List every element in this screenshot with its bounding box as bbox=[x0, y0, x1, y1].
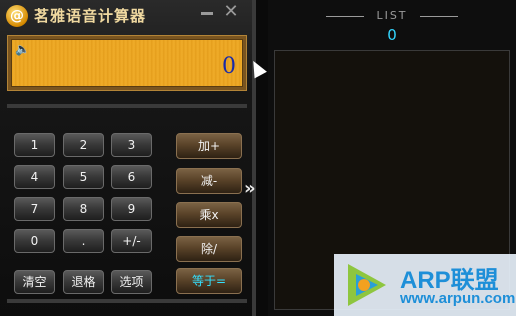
key-7[interactable]: 7 bbox=[14, 197, 55, 221]
key-3[interactable]: 3 bbox=[111, 133, 152, 157]
panel-gap bbox=[256, 0, 268, 316]
list-title: LIST bbox=[376, 9, 408, 22]
watermark: ARP联盟 www.arpun.com bbox=[334, 254, 516, 316]
watermark-url: www.arpun.com bbox=[400, 290, 516, 307]
key-sign[interactable]: +/- bbox=[111, 229, 152, 253]
title-bar[interactable]: @ 茗雅语音计算器 ✕ bbox=[0, 0, 252, 30]
key-0[interactable]: 0 bbox=[14, 229, 55, 253]
display-frame: 🔈 0 bbox=[7, 35, 247, 91]
key-decimal[interactable]: . bbox=[63, 229, 104, 253]
multiply-button[interactable]: 乘x bbox=[176, 202, 242, 228]
key-4[interactable]: 4 bbox=[14, 165, 55, 189]
minimize-button[interactable] bbox=[198, 3, 216, 21]
divide-button[interactable]: 除/ bbox=[176, 236, 242, 262]
app-title: 茗雅语音计算器 bbox=[34, 7, 147, 25]
subtract-button[interactable]: 减- bbox=[176, 168, 242, 194]
key-8[interactable]: 8 bbox=[63, 197, 104, 221]
key-6[interactable]: 6 bbox=[111, 165, 152, 189]
backspace-button[interactable]: 退格 bbox=[63, 270, 104, 294]
add-button[interactable]: 加+ bbox=[176, 133, 242, 159]
arp-logo-icon bbox=[348, 264, 386, 306]
key-5[interactable]: 5 bbox=[63, 165, 104, 189]
list-count: 0 bbox=[387, 26, 397, 44]
equals-button[interactable]: 等于= bbox=[176, 268, 242, 294]
divider-bottom bbox=[7, 299, 247, 303]
key-9[interactable]: 9 bbox=[111, 197, 152, 221]
options-button[interactable]: 选项 bbox=[111, 270, 152, 294]
expand-list-icon[interactable]: » bbox=[244, 178, 256, 199]
display-value: 0 bbox=[222, 54, 236, 79]
divider-top bbox=[7, 104, 247, 108]
close-button[interactable]: ✕ bbox=[222, 2, 240, 22]
key-2[interactable]: 2 bbox=[63, 133, 104, 157]
calculator-panel: @ 茗雅语音计算器 ✕ 🔈 0 1 2 3 4 5 6 7 8 9 0 . +/… bbox=[0, 0, 252, 316]
app-logo-icon: @ bbox=[6, 5, 28, 27]
list-title-rule-right bbox=[420, 16, 458, 17]
display: 🔈 0 bbox=[11, 39, 243, 87]
key-1[interactable]: 1 bbox=[14, 133, 55, 157]
clear-button[interactable]: 清空 bbox=[14, 270, 55, 294]
speaker-icon[interactable]: 🔈 bbox=[15, 42, 30, 56]
